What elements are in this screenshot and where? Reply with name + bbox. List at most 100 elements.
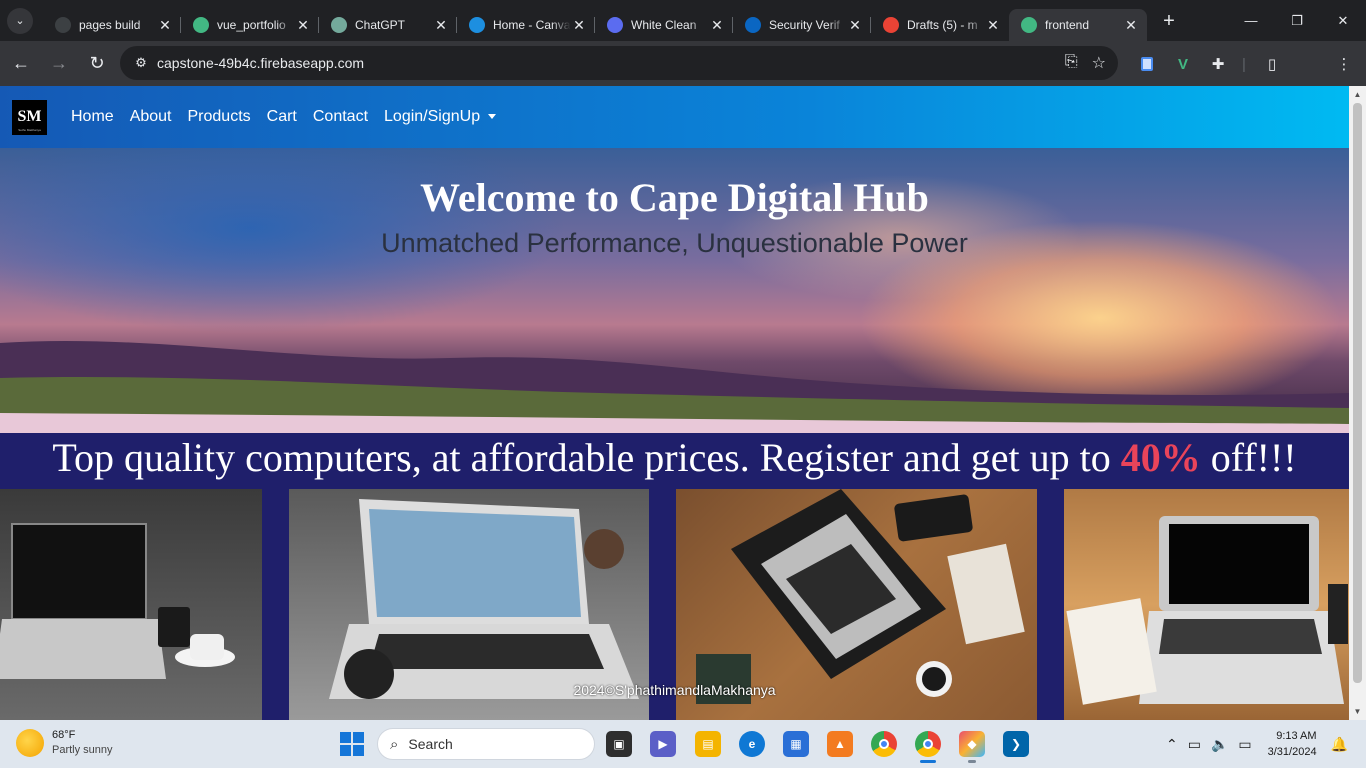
tab-title: frontend	[1045, 18, 1090, 32]
scroll-up-arrow-icon[interactable]: ▲	[1349, 86, 1366, 103]
toolbar-divider: |	[1242, 55, 1246, 73]
browser-tab[interactable]: White Clean ✕	[595, 9, 733, 41]
battery-icon[interactable]: ▭	[1238, 736, 1251, 753]
close-tab-icon[interactable]: ✕	[709, 17, 725, 33]
close-tab-icon[interactable]: ✕	[1123, 17, 1139, 33]
vscode-icon[interactable]: ❯	[1003, 731, 1029, 757]
page-scrollbar[interactable]: ▲ ▼	[1349, 86, 1366, 720]
new-tab-button[interactable]: +	[1155, 8, 1183, 36]
browser-tab-strip: ⌄ pages build ✕ vue_portfolio ✕ ChatGPT ✕ Home…	[0, 0, 1366, 41]
chevron-up-icon[interactable]: ⌃	[1166, 736, 1178, 753]
minimize-button[interactable]: —	[1228, 0, 1274, 41]
volume-icon[interactable]: 🔈	[1211, 736, 1228, 753]
browser-tab[interactable]: ChatGPT ✕	[319, 9, 457, 41]
scrollbar-thumb[interactable]	[1353, 103, 1362, 683]
nav-login-dropdown[interactable]: Login/SignUp	[384, 108, 497, 126]
chatgpt-icon	[331, 17, 347, 33]
vue-icon	[1021, 17, 1037, 33]
site-navbar: SM Sethu Makhanya Home About Products Ca…	[0, 86, 1349, 148]
notification-bell-icon[interactable]: 🔔	[1331, 736, 1348, 753]
close-tab-icon[interactable]: ✕	[295, 17, 311, 33]
chevron-down-icon	[488, 114, 497, 120]
install-app-icon[interactable]: ⎘	[1065, 53, 1078, 73]
close-tab-icon[interactable]: ✕	[985, 17, 1001, 33]
chrome-profile-icon[interactable]	[915, 731, 941, 763]
site-icon	[607, 17, 623, 33]
network-icon[interactable]: ▭	[1188, 736, 1201, 753]
tab-title: Security Verif	[769, 18, 840, 32]
promo-banner: Top quality computers, at affordable pri…	[0, 433, 1349, 489]
windows-start-icon[interactable]	[340, 732, 364, 756]
vlc-icon[interactable]: ▲	[827, 731, 853, 757]
close-tab-icon[interactable]: ✕	[571, 17, 587, 33]
nav-login-label: Login/SignUp	[384, 108, 481, 125]
tab-title: pages build	[79, 18, 141, 32]
logo-subtext: Sethu Makhanya	[18, 127, 41, 132]
close-tab-icon[interactable]: ✕	[157, 17, 173, 33]
url-text: capstone-49b4c.firebaseapp.com	[157, 55, 365, 71]
teams-chat-icon[interactable]: ▶	[650, 731, 676, 757]
nav-about-link[interactable]: About	[130, 108, 172, 126]
search-icon: ⌕	[390, 735, 399, 753]
browser-tab[interactable]: frontend ✕	[1009, 9, 1147, 41]
address-bar[interactable]: ⚙ capstone-49b4c.firebaseapp.com ⎘ ☆	[120, 46, 1118, 80]
microsoft-store-icon[interactable]: ▦	[783, 731, 809, 757]
reload-button[interactable]: ↻	[80, 47, 114, 81]
tab-title: Home - Canva	[493, 18, 571, 32]
product-gallery: 2024©S'phathimandlaMakhanya	[0, 489, 1349, 720]
site-info-icon[interactable]: ⚙	[126, 55, 156, 71]
restore-button[interactable]: ❐	[1274, 0, 1320, 41]
windows-taskbar: 68°F Partly sunny ⌕ Search ▣ ▶ ▤ e ▦ ▲ ◆…	[0, 720, 1366, 768]
browser-tab[interactable]: pages build ✕	[43, 9, 181, 41]
file-explorer-icon[interactable]: ▤	[695, 731, 721, 757]
task-view-icon[interactable]: ▣	[606, 731, 632, 757]
close-window-button[interactable]: ✕	[1320, 0, 1366, 41]
chrome-menu-icon[interactable]: ⋮	[1333, 53, 1355, 75]
bookmark-star-icon[interactable]: ☆	[1092, 53, 1106, 73]
close-tab-icon[interactable]: ✕	[847, 17, 863, 33]
nav-products-link[interactable]: Products	[188, 108, 251, 126]
footer-copyright: 2024©S'phathimandlaMakhanya	[573, 682, 776, 698]
nav-contact-link[interactable]: Contact	[313, 108, 368, 126]
clock[interactable]: 9:13 AM 3/31/2024	[1268, 728, 1317, 760]
browser-tab[interactable]: Drafts (5) - m ✕	[871, 9, 1009, 41]
nav-home-link[interactable]: Home	[71, 108, 114, 126]
system-tray: ⌃ ▭ 🔈 ▭ 9:13 AM 3/31/2024 🔔	[1166, 720, 1366, 768]
canva-icon	[469, 17, 485, 33]
hero-subtitle: Unmatched Performance, Unquestionable Po…	[381, 228, 968, 258]
side-panel-icon[interactable]: ▯	[1261, 53, 1283, 75]
promo-text: Top quality computers, at affordable pri…	[52, 435, 1121, 480]
site-logo[interactable]: SM Sethu Makhanya	[12, 99, 47, 135]
landscape-hills-image	[0, 340, 1349, 433]
back-button[interactable]: ←	[4, 47, 38, 81]
vue-icon	[193, 17, 209, 33]
extensions-puzzle-icon[interactable]: ✚	[1207, 53, 1229, 75]
app-icon[interactable]: ◆	[959, 731, 985, 763]
weather-temp: 68°F	[52, 729, 76, 741]
active-app-indicator	[920, 760, 936, 763]
forward-button[interactable]: →	[42, 47, 76, 81]
close-tab-icon[interactable]: ✕	[433, 17, 449, 33]
tab-title: vue_portfolio	[217, 18, 286, 32]
nav-cart-link[interactable]: Cart	[267, 108, 297, 126]
tab-title: White Clean	[631, 18, 697, 32]
tab-title: ChatGPT	[355, 18, 406, 32]
gmail-icon	[883, 17, 899, 33]
promo-suffix: off!!!	[1200, 435, 1297, 480]
extension-icon[interactable]	[1136, 53, 1158, 75]
taskbar-search-label: Search	[408, 736, 453, 752]
browser-toolbar: ← → ↻ ⚙ capstone-49b4c.firebaseapp.com ⎘…	[0, 41, 1366, 114]
browser-tab[interactable]: Security Verif ✕	[733, 9, 871, 41]
edge-browser-icon[interactable]: e	[739, 731, 765, 757]
vue-devtools-icon[interactable]: V	[1172, 53, 1194, 75]
page-viewport: SM Sethu Makhanya Home About Products Ca…	[0, 86, 1366, 720]
partly-sunny-icon	[16, 729, 44, 757]
tab-search-button[interactable]: ⌄	[7, 7, 33, 34]
chrome-icon[interactable]	[871, 731, 897, 757]
clock-date: 3/31/2024	[1267, 746, 1317, 758]
weather-widget[interactable]: 68°F Partly sunny	[16, 728, 113, 758]
browser-tab[interactable]: vue_portfolio ✕	[181, 9, 319, 41]
browser-tab[interactable]: Home - Canva ✕	[457, 9, 595, 41]
scroll-down-arrow-icon[interactable]: ▼	[1349, 703, 1366, 720]
taskbar-search-box[interactable]: ⌕ Search	[377, 728, 595, 760]
